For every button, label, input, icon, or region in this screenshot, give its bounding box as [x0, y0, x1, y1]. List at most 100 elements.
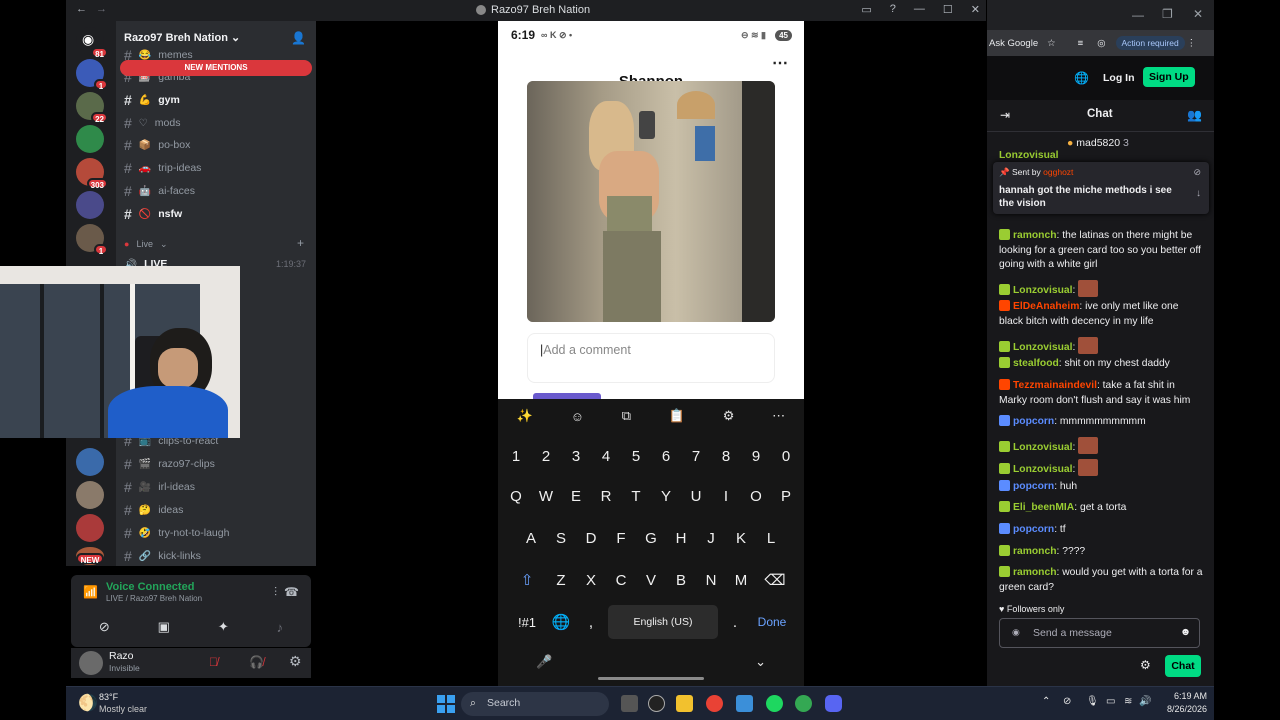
key-l[interactable]: L: [758, 521, 784, 555]
discord-icon[interactable]: [825, 695, 842, 712]
chat-send-button[interactable]: Chat: [1165, 655, 1201, 677]
done-key[interactable]: Done: [752, 605, 792, 639]
display-icon[interactable]: ▭: [1106, 696, 1115, 707]
key-w[interactable]: W: [533, 479, 559, 513]
hide-keyboard-icon[interactable]: ⌄: [755, 654, 766, 670]
comment-input[interactable]: |Add a comment: [527, 333, 775, 383]
globe-icon[interactable]: 🌐: [1074, 71, 1089, 85]
signup-button[interactable]: Sign Up: [1143, 67, 1195, 87]
channel-gym[interactable]: # 💪 gym: [124, 90, 180, 110]
minimize-button[interactable]: —: [914, 3, 925, 16]
chat-username[interactable]: Lonzovisual: [999, 150, 1059, 161]
action-required-button[interactable]: Action required: [1115, 36, 1185, 50]
key-z[interactable]: Z: [548, 563, 574, 597]
collapse-chat-icon[interactable]: ⇥: [1000, 108, 1010, 122]
voice-channel-label[interactable]: LIVE / Razo97 Breh Nation: [106, 594, 202, 603]
chat-username[interactable]: Lonzovisual: [1013, 342, 1073, 353]
key-u[interactable]: U: [683, 479, 709, 513]
period-key[interactable]: .: [722, 605, 748, 639]
key-r[interactable]: R: [593, 479, 619, 513]
task-view-icon[interactable]: [621, 695, 638, 712]
noise-suppression-icon[interactable]: ⫶: [274, 585, 277, 600]
key-k[interactable]: K: [728, 521, 754, 555]
github-icon[interactable]: [648, 695, 665, 712]
channel-nsfw[interactable]: # 🚫 nsfw: [124, 204, 182, 224]
chat-username[interactable]: ramonch: [1013, 230, 1057, 241]
key-0[interactable]: 0: [773, 439, 799, 473]
backspace-key[interactable]: ⌫: [758, 563, 792, 597]
server-item[interactable]: [76, 125, 104, 153]
microphone-tray-icon[interactable]: 🎙: [1086, 696, 1099, 707]
sticker-icon[interactable]: ⧉: [622, 408, 631, 424]
headphones-deafened-icon[interactable]: 🎧̸: [249, 655, 264, 669]
forward-arrow-icon[interactable]: →: [96, 3, 107, 15]
profile-icon[interactable]: ◎: [1097, 38, 1105, 49]
taskbar-search[interactable]: ⌕ Search: [461, 692, 609, 716]
key-i[interactable]: I: [713, 479, 739, 513]
chrome-icon[interactable]: [706, 695, 723, 712]
add-channel-icon[interactable]: +: [297, 236, 304, 250]
pinned-message[interactable]: 📌 Sent by ogghozt ⊘ ↓ hannah got the mic…: [993, 162, 1209, 214]
symbols-key[interactable]: !#1: [510, 605, 544, 639]
settings-gear-icon[interactable]: ⚙: [289, 653, 302, 670]
key-g[interactable]: G: [638, 521, 664, 555]
weather-icon[interactable]: 🌖: [78, 693, 98, 713]
key-c[interactable]: C: [608, 563, 634, 597]
maximize-button[interactable]: ☐: [943, 3, 953, 16]
chat-username[interactable]: Tezzmainaindevil: [1013, 380, 1097, 391]
tray-chevron-icon[interactable]: ⌃: [1042, 696, 1050, 707]
back-arrow-icon[interactable]: ←: [76, 3, 87, 15]
key-1[interactable]: 1: [503, 439, 529, 473]
direct-messages-icon[interactable]: ◉ 81: [76, 27, 108, 59]
post-photo[interactable]: [527, 81, 775, 322]
channel-razo97-clips[interactable]: # 🎬 razo97-clips: [124, 454, 215, 474]
key-v[interactable]: V: [638, 563, 664, 597]
key-p[interactable]: P: [773, 479, 799, 513]
server-item[interactable]: 22: [76, 92, 108, 124]
server-item[interactable]: 1: [76, 224, 108, 256]
bookmark-star-icon[interactable]: ☆: [1047, 38, 1056, 49]
comma-key[interactable]: ,: [578, 605, 604, 639]
space-key[interactable]: English (US): [608, 605, 718, 639]
activities-icon[interactable]: ✦: [218, 619, 229, 635]
key-s[interactable]: S: [548, 521, 574, 555]
chat-username[interactable]: Lonzovisual: [1013, 285, 1073, 296]
invite-icon[interactable]: 👤: [291, 31, 306, 45]
emote-picker-icon[interactable]: ☻: [1180, 626, 1191, 638]
server-name-header[interactable]: Razo97 Breh Nation ⌄: [124, 31, 240, 44]
clock-time[interactable]: 6:19 AM: [1169, 691, 1207, 701]
network-icon[interactable]: ⊘: [1063, 696, 1071, 707]
more-icon[interactable]: ⋯: [772, 408, 785, 424]
key-2[interactable]: 2: [533, 439, 559, 473]
key-m[interactable]: M: [728, 563, 754, 597]
voice-connected-label[interactable]: Voice Connected: [106, 581, 194, 593]
key-n[interactable]: N: [698, 563, 724, 597]
chat-username[interactable]: Lonzovisual: [1013, 464, 1073, 475]
channel-try-not-to-laugh[interactable]: # 🤣 try-not-to-laugh: [124, 523, 229, 543]
key-y[interactable]: Y: [653, 479, 679, 513]
key-t[interactable]: T: [623, 479, 649, 513]
volume-icon[interactable]: 🔊: [1139, 696, 1151, 707]
new-mentions-banner[interactable]: NEW MENTIONS: [120, 60, 312, 76]
key-6[interactable]: 6: [653, 439, 679, 473]
server-item[interactable]: 303: [76, 158, 108, 190]
chat-settings-icon[interactable]: ⚙: [1140, 658, 1151, 672]
key-3[interactable]: 3: [563, 439, 589, 473]
channel-po-box[interactable]: # 📦 po-box: [124, 135, 190, 155]
category-live[interactable]: ● Live ⌄: [124, 234, 168, 254]
key-q[interactable]: Q: [503, 479, 529, 513]
spotify-icon[interactable]: [766, 695, 783, 712]
reading-list-icon[interactable]: ≡: [1078, 38, 1084, 49]
server-item[interactable]: [76, 191, 104, 219]
shift-key[interactable]: ⇧: [510, 563, 544, 597]
key-f[interactable]: F: [608, 521, 634, 555]
channel-irl-ideas[interactable]: # 🎥 irl-ideas: [124, 477, 195, 497]
wifi-icon[interactable]: ≋: [1124, 696, 1132, 707]
server-item[interactable]: 1: [76, 59, 108, 91]
key-4[interactable]: 4: [593, 439, 619, 473]
emoji-icon[interactable]: ☺: [571, 409, 584, 424]
close-button[interactable]: ✕: [1193, 7, 1203, 21]
chat-username[interactable]: Lonzovisual: [1013, 442, 1073, 453]
microphone-icon[interactable]: 🎤: [536, 654, 552, 670]
key-j[interactable]: J: [698, 521, 724, 555]
